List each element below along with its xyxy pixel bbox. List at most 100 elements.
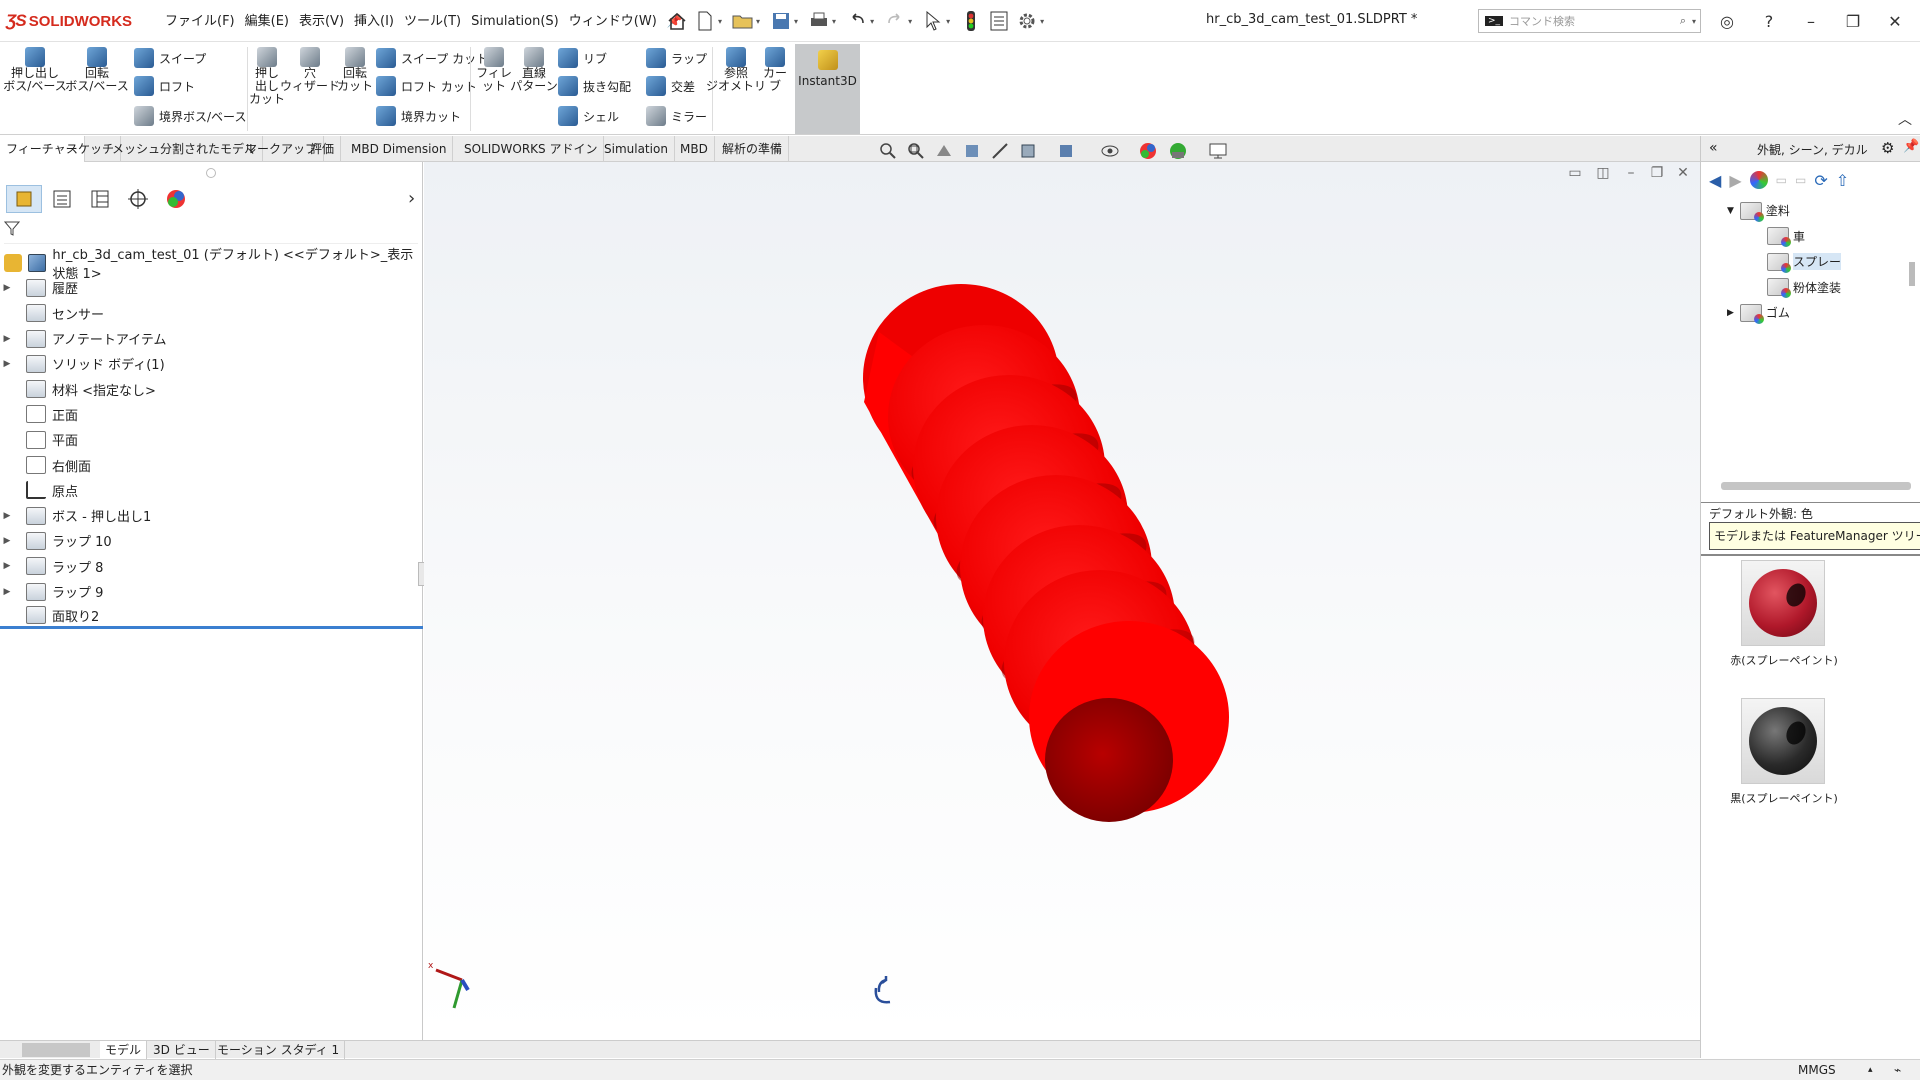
zoom-to-area-icon[interactable] — [904, 140, 928, 162]
menu-simulation[interactable]: Simulation(S) — [466, 12, 564, 32]
add-folder-icon[interactable]: ▭ — [1776, 173, 1787, 187]
tree-folder-spray[interactable]: スプレー — [1701, 249, 1911, 275]
red-coil-model[interactable] — [863, 284, 1229, 822]
pane-splitter-handle[interactable] — [206, 168, 216, 178]
section-view-icon[interactable] — [960, 140, 984, 162]
swatch-black-spray-paint[interactable] — [1741, 698, 1825, 784]
menu-edit[interactable]: 編集(E) — [240, 12, 294, 32]
collapse-arrow-icon[interactable]: ▼ — [1727, 206, 1734, 216]
up-level-icon[interactable]: ⇧ — [1836, 171, 1849, 190]
revolve-cut-button[interactable]: 回転 カット — [337, 47, 373, 93]
expand-arrow-icon[interactable]: ▶ — [0, 536, 14, 546]
loft-cut-button[interactable]: ロフト カット — [376, 73, 477, 99]
linear-pattern-button[interactable]: 直線 パターン — [510, 47, 558, 93]
undo-icon[interactable] — [844, 9, 870, 33]
open-folder-icon[interactable] — [730, 9, 756, 33]
sweep-cut-button[interactable]: スイープ カット — [376, 45, 488, 71]
tab-analysis-prep[interactable]: 解析の準備 — [716, 136, 790, 162]
tab-evaluate[interactable]: 評価 — [304, 136, 342, 162]
new-folder-icon[interactable]: ▭ — [1795, 173, 1806, 187]
tab-mbd-dimension[interactable]: MBD Dimension — [345, 136, 454, 162]
tree-item-history[interactable]: ▶ 履歴 — [0, 275, 423, 300]
user-account-icon[interactable]: ◎ — [1710, 8, 1744, 34]
refresh-icon[interactable]: ⟳ — [1814, 171, 1827, 190]
close-icon[interactable]: ✕ — [1878, 8, 1912, 34]
revolve-boss-button[interactable]: 回転 ボス/ベース — [65, 47, 129, 93]
display-style-icon[interactable] — [1054, 140, 1078, 162]
rebuild-icon[interactable] — [958, 9, 984, 33]
tab-simulation[interactable]: Simulation — [598, 136, 675, 162]
expand-arrow-icon[interactable]: ▶ — [0, 283, 14, 293]
wrap-button[interactable]: ラップ — [646, 45, 707, 71]
boundary-boss-button[interactable]: 境界ボス/ベース — [134, 103, 246, 129]
tab-3d-views[interactable]: 3D ビュー — [148, 1041, 216, 1059]
property-manager-icon[interactable] — [44, 185, 80, 213]
configuration-manager-icon[interactable] — [82, 185, 118, 213]
tree-folder-powder-coat[interactable]: 粉体塗装 — [1701, 275, 1911, 301]
loft-button[interactable]: ロフト — [134, 73, 195, 99]
home-icon[interactable] — [664, 9, 690, 33]
tree-item-front-plane[interactable]: 正面 — [0, 402, 423, 427]
collapse-task-pane-icon[interactable]: « — [1709, 140, 1718, 156]
tree-horizontal-scrollbar[interactable] — [1721, 482, 1911, 490]
tree-item-sensors[interactable]: センサー — [0, 301, 423, 326]
search-dropdown-icon[interactable]: ▾ — [1692, 17, 1696, 26]
expand-arrow-icon[interactable]: ▶ — [1727, 308, 1734, 318]
mirror-button[interactable]: ミラー — [646, 103, 707, 129]
new-document-icon[interactable] — [692, 9, 718, 33]
tree-item-annotations[interactable]: ▶ アノテートアイテム — [0, 326, 423, 351]
expand-arrow-icon[interactable]: ▶ — [0, 587, 14, 597]
apply-scene-icon[interactable] — [1166, 140, 1190, 162]
collapse-ribbon-icon[interactable]: ︿ — [1898, 109, 1912, 129]
menu-file[interactable]: ファイル(F) — [160, 12, 240, 32]
tab-scroll-arrows[interactable] — [22, 1043, 90, 1057]
redo-icon[interactable] — [882, 9, 908, 33]
units-dropdown-icon[interactable]: ▴ — [1868, 1060, 1873, 1080]
expand-arrow-icon[interactable]: ▶ — [0, 359, 14, 369]
tab-motion-study-1[interactable]: モーション スタディ 1 — [212, 1041, 346, 1059]
dimxpert-manager-icon[interactable] — [120, 185, 156, 213]
tree-folder-rubber[interactable]: ▶ ゴム — [1701, 300, 1911, 326]
print-icon[interactable] — [806, 9, 832, 33]
tree-item-top-plane[interactable]: 平面 — [0, 427, 423, 452]
tree-item-right-plane[interactable]: 右側面 — [0, 452, 423, 477]
dynamic-annotation-icon[interactable] — [988, 140, 1012, 162]
minimize-icon[interactable]: – — [1794, 8, 1828, 34]
tree-item-chamfer2[interactable]: 面取り2 — [0, 604, 423, 630]
tab-mbd[interactable]: MBD — [674, 136, 715, 162]
back-icon[interactable]: ◀ — [1709, 171, 1721, 190]
extrude-boss-button[interactable]: 押し出し ボス/ベース — [3, 47, 67, 93]
expand-arrow-icon[interactable]: ▶ — [0, 561, 14, 571]
curves-button[interactable]: カーブ — [758, 47, 792, 93]
tree-vertical-scrollbar[interactable] — [1909, 262, 1915, 286]
hole-wizard-button[interactable]: 穴 ウィザード — [280, 47, 340, 93]
intersect-button[interactable]: 交差 — [646, 73, 695, 99]
forward-icon[interactable]: ▶ — [1729, 171, 1741, 190]
tree-item-solid-bodies[interactable]: ▶ ソリッド ボディ(1) — [0, 351, 423, 376]
select-cursor-icon[interactable] — [920, 9, 946, 33]
menu-insert[interactable]: 挿入(I) — [349, 12, 399, 32]
menu-window[interactable]: ウィンドウ(W) — [564, 12, 662, 32]
options-gear-icon[interactable] — [1014, 9, 1040, 33]
file-properties-icon[interactable] — [986, 9, 1012, 33]
tab-solidworks-addins[interactable]: SOLIDWORKS アドイン — [458, 136, 605, 162]
reference-geometry-button[interactable]: 参照 ジオメトリ — [706, 47, 766, 93]
menu-tools[interactable]: ツール(T) — [399, 12, 466, 32]
expand-arrow-icon[interactable]: ▶ — [0, 511, 14, 521]
tree-item-wrap8[interactable]: ▶ ラップ 8 — [0, 554, 423, 579]
feature-manager-tree-icon[interactable] — [6, 185, 42, 213]
pin-task-pane-icon[interactable]: 📌 — [1903, 139, 1919, 154]
tree-item-wrap9[interactable]: ▶ ラップ 9 — [0, 579, 423, 604]
restore-icon[interactable]: ❐ — [1836, 8, 1870, 34]
tree-item-boss-extrude1[interactable]: ▶ ボス - 押し出し1 — [0, 503, 423, 528]
boundary-cut-button[interactable]: 境界カット — [376, 103, 461, 129]
command-search-input[interactable]: >_ コマンド検索 ⌕ ▾ — [1478, 9, 1701, 33]
tree-item-wrap10[interactable]: ▶ ラップ 10 — [0, 528, 423, 553]
hide-show-items-icon[interactable] — [1098, 140, 1122, 162]
view-settings-icon[interactable] — [1206, 140, 1230, 162]
tree-item-material[interactable]: 材料 <指定なし> — [0, 376, 423, 401]
appearance-globe-icon[interactable] — [1749, 171, 1768, 189]
axis-triad[interactable]: x — [428, 961, 470, 1009]
graphics-area[interactable]: ▭ ◫ – ❐ ✕ x — [424, 162, 1700, 1040]
save-icon[interactable] — [768, 9, 794, 33]
